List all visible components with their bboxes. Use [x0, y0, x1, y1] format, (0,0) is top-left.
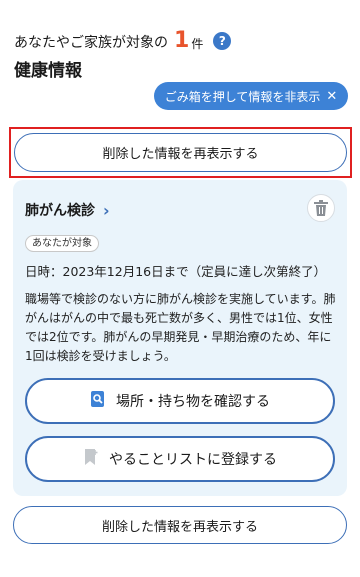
bookmark-plus-icon: [83, 448, 99, 470]
redisplay-button-top[interactable]: 削除した情報を再表示する: [14, 133, 347, 172]
event-description: 職場等で検診のない方に肺がん検診を実施しています。肺がんはがんの中で最も死亡数が…: [25, 292, 336, 363]
page-title: 健康情報: [14, 61, 82, 81]
close-icon: ✕: [326, 88, 338, 104]
help-icon[interactable]: ?: [213, 32, 232, 50]
target-badge: あなたが対象: [25, 235, 99, 252]
check-location-label: 場所・持ち物を確認する: [116, 394, 270, 410]
hide-info-button[interactable]: ごみ箱を押して情報を非表示 ✕: [154, 82, 348, 110]
item-count: 1: [174, 28, 190, 53]
hide-info-label: ごみ箱を押して情報を非表示: [164, 89, 321, 104]
add-todo-button[interactable]: やることリストに登録する: [25, 436, 335, 482]
health-info-card: 肺がん検診 › あなたが対象 日時：2023年12月16日まで（定員に達し次第終…: [13, 180, 347, 496]
card-title: 肺がん検診: [25, 203, 95, 219]
redisplay-highlight: 削除した情報を再表示する: [9, 127, 352, 178]
header: あなたやご家族が対象の 1 件 ? 健康情報: [14, 30, 348, 81]
header-subtitle: あなたやご家族が対象の: [14, 35, 168, 51]
check-location-button[interactable]: 場所・持ち物を確認する: [25, 378, 335, 424]
redisplay-label: 削除した情報を再表示する: [102, 147, 259, 162]
redisplay-button-bottom[interactable]: 削除した情報を再表示する: [13, 506, 347, 544]
event-date: 日時：2023年12月16日まで（定員に達し次第終了）: [25, 264, 327, 279]
item-count-unit: 件: [191, 37, 204, 51]
redisplay-bottom-label: 削除した情報を再表示する: [101, 519, 258, 535]
search-doc-icon: [90, 390, 106, 412]
add-todo-label: やることリストに登録する: [109, 452, 277, 468]
chevron-right-icon: ›: [103, 200, 110, 220]
trash-icon[interactable]: [307, 194, 335, 222]
card-title-link[interactable]: 肺がん検診 ›: [25, 200, 110, 220]
